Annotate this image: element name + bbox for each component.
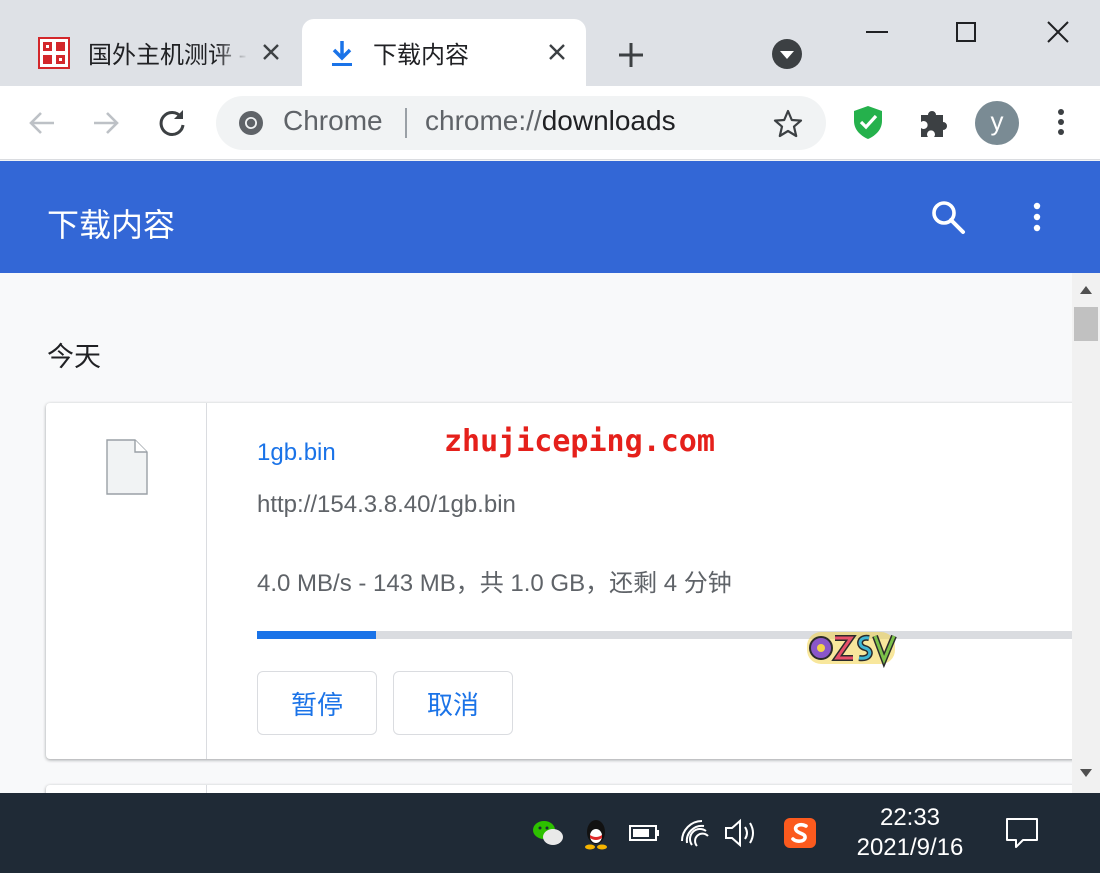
- tab-downloads[interactable]: 下载内容: [302, 19, 586, 86]
- forward-icon[interactable]: [88, 105, 124, 141]
- tab-search-icon[interactable]: [771, 38, 803, 70]
- puzzle-icon[interactable]: [915, 104, 951, 140]
- tab-strip: 国外主机测评 - 下载内容: [0, 0, 1100, 86]
- wechat-icon[interactable]: [530, 815, 566, 851]
- window-close-icon[interactable]: [1038, 12, 1078, 52]
- shield-icon[interactable]: [850, 104, 886, 140]
- card-divider: [206, 403, 207, 759]
- url-host: downloads: [541, 105, 676, 136]
- chrome-icon: [239, 111, 263, 135]
- progress-fill: [257, 631, 376, 639]
- reload-icon[interactable]: [154, 105, 190, 141]
- back-icon[interactable]: [24, 105, 60, 141]
- file-url[interactable]: http://154.3.8.40/1gb.bin: [257, 491, 516, 519]
- close-icon[interactable]: [546, 41, 568, 63]
- url-scheme: chrome://: [425, 105, 542, 136]
- clock-time: 22:33: [879, 804, 941, 831]
- card-divider: [206, 785, 207, 793]
- tab-favicon-icon: [38, 37, 70, 69]
- download-item: [46, 785, 1072, 793]
- download-status: 4.0 MB/s - 143 MB，共 1.0 GB，还剩 4 分钟: [257, 570, 732, 597]
- scroll-up-icon[interactable]: [1080, 285, 1092, 295]
- windows-taskbar: 22:33 2021/9/16: [0, 793, 1100, 873]
- address-bar[interactable]: Chrome chrome://downloads: [216, 96, 826, 150]
- avatar[interactable]: y: [975, 101, 1019, 145]
- omnibox-divider: [405, 108, 407, 138]
- cancel-button[interactable]: 取消: [393, 671, 513, 735]
- progress-bar: [257, 631, 1072, 639]
- more-vert-icon[interactable]: [1048, 104, 1074, 140]
- scroll-down-icon[interactable]: [1080, 768, 1092, 778]
- sogou-icon[interactable]: [782, 815, 818, 851]
- scroll-thumb[interactable]: [1074, 307, 1098, 341]
- plus-icon[interactable]: [614, 38, 648, 72]
- site-chip: Chrome: [283, 105, 383, 136]
- pause-button[interactable]: 暂停: [257, 671, 377, 735]
- url-text[interactable]: chrome://downloads: [425, 105, 676, 137]
- tab-title: 国外主机测评 -: [88, 42, 247, 69]
- wifi-icon[interactable]: [678, 815, 714, 851]
- minimize-icon[interactable]: [857, 12, 897, 52]
- download-icon: [332, 41, 352, 66]
- qq-icon[interactable]: [578, 815, 614, 851]
- close-icon[interactable]: [260, 41, 282, 63]
- clock-date: 2021/9/16: [856, 834, 964, 861]
- ozsv-logo-watermark: [807, 632, 897, 669]
- downloads-header: 下载内容: [0, 161, 1100, 273]
- file-name-link[interactable]: 1gb.bin: [257, 439, 336, 467]
- battery-icon[interactable]: [627, 815, 663, 851]
- star-icon[interactable]: [772, 108, 804, 140]
- system-clock[interactable]: 22:33 2021/9/16: [846, 803, 974, 863]
- site-watermark: zhujiceping.com: [444, 424, 715, 459]
- file-icon: [106, 439, 148, 495]
- search-icon[interactable]: [929, 198, 967, 236]
- downloads-list: 今天 1gb.bin http://154.3.8.40/1gb.bin 4.0…: [0, 273, 1072, 793]
- page-title: 下载内容: [47, 207, 176, 243]
- maximize-icon[interactable]: [946, 12, 986, 52]
- notification-icon[interactable]: [1004, 815, 1040, 851]
- vertical-scrollbar[interactable]: [1072, 273, 1100, 793]
- date-header: 今天: [47, 342, 101, 372]
- more-vert-icon[interactable]: [1024, 198, 1050, 236]
- tab-title: 下载内容: [373, 42, 469, 69]
- tab-zhujiceping[interactable]: 国外主机测评 -: [14, 19, 300, 86]
- volume-icon[interactable]: [722, 815, 758, 851]
